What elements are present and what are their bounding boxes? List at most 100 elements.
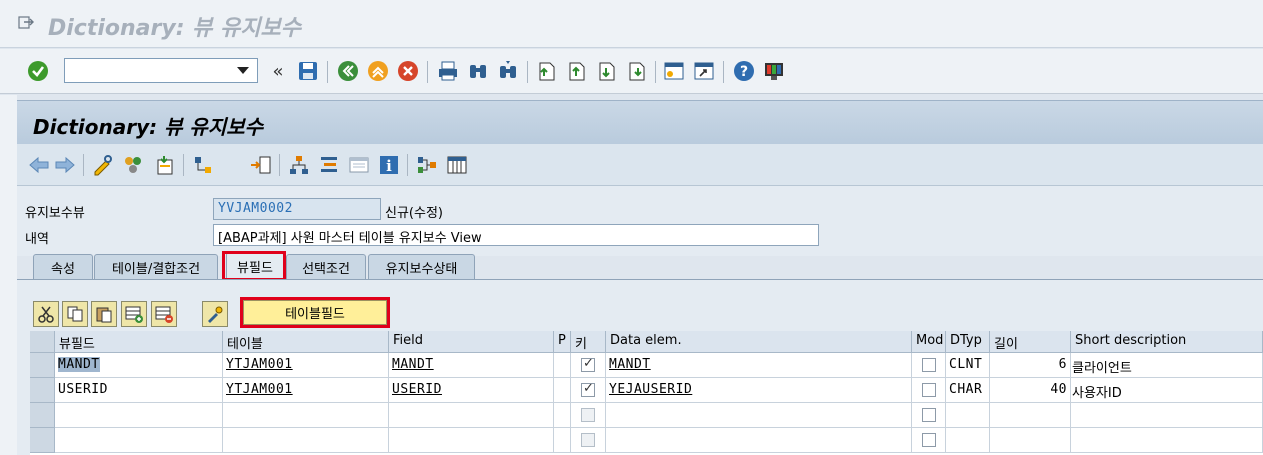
first-page-icon[interactable] [534, 59, 558, 83]
table-fields-button[interactable]: 테이블필드 [243, 300, 387, 325]
data-element-cell[interactable]: YEJAUSERID [606, 378, 912, 403]
tab-selection-conditions[interactable]: 선택조건 [286, 254, 366, 279]
length-cell: 40 [990, 378, 1071, 403]
column-header-dtyp[interactable]: DTyp [946, 331, 990, 353]
column-header-mod[interactable]: Mod [912, 331, 946, 353]
tab-attributes[interactable]: 속성 [33, 254, 93, 279]
find-next-icon[interactable] [496, 59, 520, 83]
copy-icon[interactable] [62, 301, 88, 327]
exit-icon[interactable] [366, 59, 390, 83]
back-icon[interactable] [336, 59, 360, 83]
mod-checkbox[interactable] [922, 433, 936, 447]
tab-maintenance-status[interactable]: 유지보수상태 [368, 254, 475, 279]
command-field[interactable] [64, 58, 258, 83]
view-field-cell[interactable] [55, 403, 223, 428]
key-checkbox[interactable] [581, 381, 595, 397]
view-field-cell[interactable] [55, 428, 223, 453]
mod-checkbox[interactable] [922, 358, 936, 372]
description-field[interactable]: [ABAP과제] 사원 마스터 테이블 유지보수 View [213, 224, 819, 246]
table-cell-value[interactable]: YTJAM001 [226, 382, 293, 397]
exit-screen-icon[interactable] [18, 14, 34, 30]
p-cell[interactable] [554, 378, 571, 403]
graphics-icon[interactable] [415, 153, 439, 177]
cancel-icon[interactable] [396, 59, 420, 83]
row-selector[interactable] [30, 378, 55, 403]
table-cell[interactable] [223, 403, 389, 428]
arrow-right-icon[interactable] [53, 153, 77, 177]
field-cell[interactable] [389, 428, 554, 453]
info-icon[interactable]: i [377, 153, 401, 177]
data-element-value[interactable]: YEJAUSERID [609, 382, 692, 397]
p-cell[interactable] [554, 428, 571, 453]
key-checkbox[interactable] [581, 356, 595, 372]
table-cell[interactable]: YTJAM001 [223, 353, 389, 378]
print-icon[interactable] [436, 59, 460, 83]
field-cell[interactable]: MANDT [389, 353, 554, 378]
column-header-length[interactable]: 길이 [990, 331, 1071, 353]
key-checkbox[interactable] [581, 433, 595, 447]
activate-icon[interactable] [121, 153, 145, 177]
save-icon[interactable] [296, 59, 320, 83]
column-header-p[interactable]: P [554, 331, 571, 353]
collapse-icon[interactable]: « [266, 59, 290, 83]
navigation-window-icon[interactable] [317, 153, 341, 177]
find-icon[interactable] [466, 59, 490, 83]
table-columns-icon[interactable] [445, 153, 469, 177]
insert-row-icon[interactable] [121, 301, 147, 327]
row-selector[interactable] [30, 353, 55, 378]
field-cell-value[interactable]: USERID [392, 382, 442, 397]
tab-tables-join-conditions[interactable]: 테이블/결합조건 [94, 254, 218, 279]
hierarchy-icon[interactable] [191, 153, 215, 177]
help-icon[interactable]: ? [732, 59, 756, 83]
select-all-cell[interactable] [30, 331, 55, 353]
table-cell-value[interactable]: YTJAM001 [226, 357, 293, 372]
row-selector[interactable] [30, 428, 55, 453]
delete-row-icon[interactable] [151, 301, 177, 327]
table-cell[interactable] [223, 428, 389, 453]
object-list-icon[interactable] [287, 153, 311, 177]
arrow-left-icon[interactable] [27, 153, 51, 177]
data-element-cell[interactable]: MANDT [606, 353, 912, 378]
table-cell[interactable]: YTJAM001 [223, 378, 389, 403]
key-checkbox[interactable] [581, 408, 595, 422]
mod-checkbox[interactable] [922, 408, 936, 422]
worklist-icon[interactable] [347, 153, 371, 177]
pencil-key-icon[interactable] [202, 301, 228, 327]
next-page-icon[interactable] [594, 59, 618, 83]
mod-checkbox[interactable] [922, 383, 936, 397]
p-cell[interactable] [554, 353, 571, 378]
view-field-cell[interactable]: USERID [55, 378, 223, 403]
data-element-value[interactable]: MANDT [609, 357, 651, 372]
svg-text:?: ? [740, 64, 748, 80]
paste-icon[interactable] [91, 301, 117, 327]
short-description-cell: 사용자ID [1071, 378, 1263, 403]
view-field-cell[interactable]: MANDT [58, 357, 100, 372]
p-cell[interactable] [554, 403, 571, 428]
display-change-icon[interactable] [91, 153, 115, 177]
column-header-table[interactable]: 테이블 [223, 331, 389, 353]
other-object-icon[interactable] [153, 153, 177, 177]
field-cell-value[interactable]: MANDT [392, 357, 434, 372]
row-selector[interactable] [30, 403, 55, 428]
table-row[interactable]: MANDT [55, 353, 223, 378]
layout-menu-icon[interactable] [762, 59, 786, 83]
enter-icon[interactable] [26, 59, 50, 83]
column-header-short-description[interactable]: Short description [1071, 331, 1263, 353]
column-header-field[interactable]: Field [389, 331, 554, 353]
column-header-data-element[interactable]: Data elem. [606, 331, 912, 353]
generate-shortcut-icon[interactable] [692, 59, 716, 83]
data-element-cell[interactable] [606, 403, 912, 428]
data-element-cell[interactable] [606, 428, 912, 453]
chevron-down-icon[interactable] [237, 67, 249, 74]
field-cell[interactable] [389, 403, 554, 428]
where-used-icon[interactable] [249, 153, 273, 177]
column-header-view-field[interactable]: 뷰필드 [55, 331, 223, 353]
field-cell[interactable]: USERID [389, 378, 554, 403]
cut-icon[interactable] [33, 301, 59, 327]
length-cell [990, 403, 1071, 428]
create-session-icon[interactable] [662, 59, 686, 83]
previous-page-icon[interactable] [564, 59, 588, 83]
column-header-key[interactable]: 키 [571, 331, 606, 353]
tab-view-fields[interactable]: 뷰필드 [226, 252, 284, 280]
last-page-icon[interactable] [624, 59, 648, 83]
